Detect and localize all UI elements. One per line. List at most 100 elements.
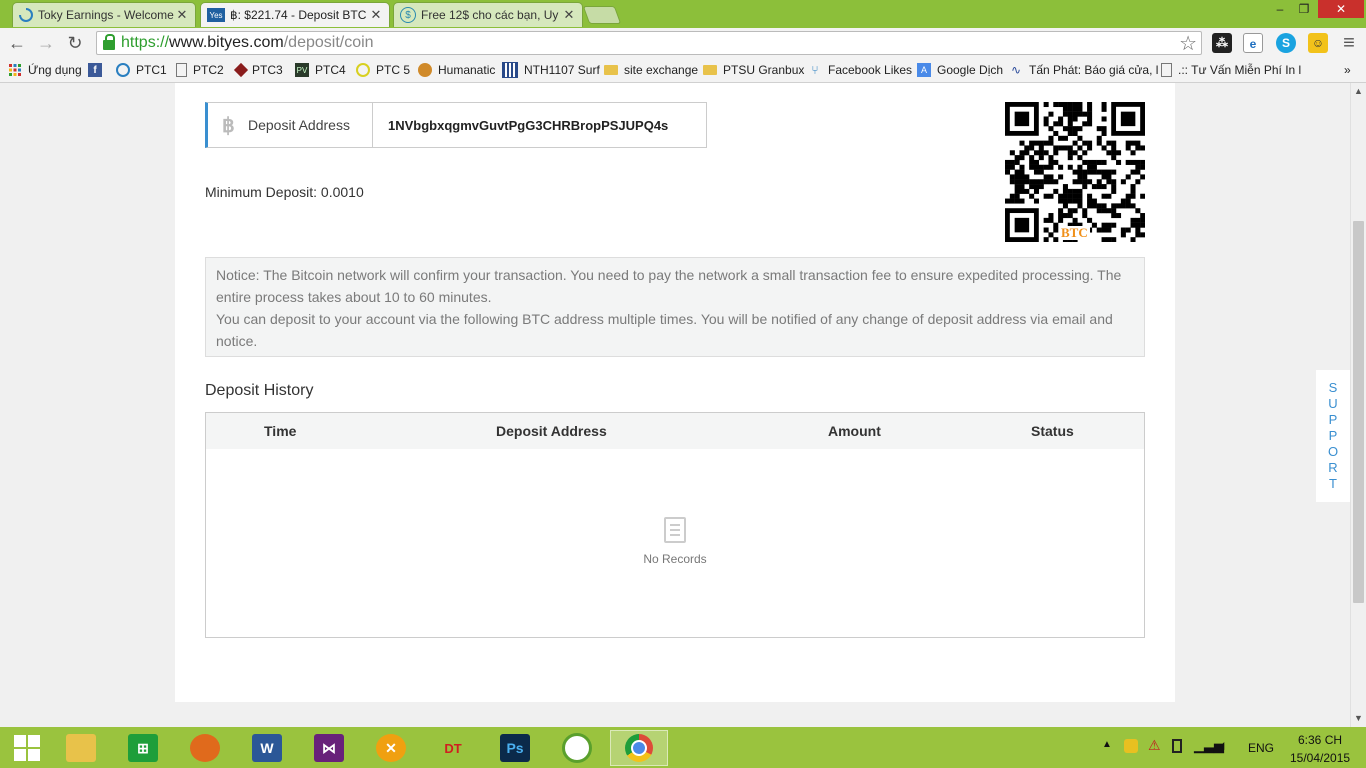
empty-state: No Records: [206, 517, 1144, 566]
taskbar-tools[interactable]: ✕: [364, 730, 418, 766]
volume-icon[interactable]: 🔈︎: [1220, 737, 1228, 754]
taskbar-dt-app[interactable]: DT: [426, 730, 480, 766]
spinner-icon: [19, 8, 33, 22]
bookmark-ptc3[interactable]: PTC3: [233, 62, 283, 78]
chrome-menu-button[interactable]: ≡: [1338, 32, 1360, 54]
bookmark-label: site exchange: [624, 63, 699, 77]
close-tab-icon[interactable]: ✕: [369, 7, 383, 23]
deposit-address-value[interactable]: 1NVbgbxqgmvGuvtPgG3CHRBropPSJUPQ4s: [373, 118, 668, 133]
deposit-history-title: Deposit History: [205, 382, 314, 399]
bookmark-ptc5[interactable]: PTC 5: [356, 62, 410, 78]
bookmarks-bar: Ứng dụng f PTC1 PTC2 PTC3 PV PTC4 PTC 5 H…: [0, 58, 1366, 83]
bookmark-humanatic[interactable]: Humanatic: [418, 62, 495, 78]
taskbar-firefox[interactable]: [178, 730, 232, 766]
bookmark-ptc1[interactable]: PTC1: [116, 62, 167, 78]
bookmark-label: Facebook Likes: [828, 63, 913, 77]
emoji-extension-icon[interactable]: ☺: [1308, 33, 1328, 53]
bookmark-label: Humanatic: [438, 63, 496, 77]
word-icon: W: [252, 734, 282, 762]
scroll-down-icon[interactable]: ▼: [1354, 713, 1363, 723]
taskbar-uc-app[interactable]: [550, 730, 604, 766]
taskbar-file-explorer[interactable]: [54, 730, 108, 766]
bookmark-nth1107[interactable]: NTH1107 Surf: [502, 62, 600, 78]
language-indicator[interactable]: ENG: [1248, 741, 1274, 755]
bookmark-google-dich[interactable]: A Google Dịch: [917, 62, 1003, 78]
column-header-status: Status: [1031, 423, 1074, 439]
dt-icon: DT: [444, 740, 462, 756]
translate-icon: A: [917, 63, 931, 77]
start-button[interactable]: [0, 730, 54, 766]
tray-overflow-icon[interactable]: ▲: [1102, 739, 1112, 750]
photoshop-icon: Ps: [500, 734, 530, 762]
lock-icon: [103, 34, 115, 50]
column-header-deposit-address: Deposit Address: [496, 423, 607, 439]
network-warning-icon[interactable]: ⚠: [1148, 737, 1161, 754]
bookmark-label: PTC1: [136, 63, 167, 77]
vertical-scrollbar[interactable]: ▲ ▼: [1350, 83, 1366, 727]
store-icon: ⊞: [128, 734, 158, 762]
bookmark-star-icon[interactable]: ☆: [1179, 31, 1197, 56]
restore-button[interactable]: ❐: [1293, 0, 1315, 18]
minimize-button[interactable]: –: [1270, 0, 1290, 18]
blackberry-extension-icon[interactable]: ⁂: [1212, 33, 1232, 53]
share-icon: ⑂: [811, 63, 819, 77]
close-tab-icon[interactable]: ✕: [175, 7, 189, 23]
tray-app-icon[interactable]: [1124, 739, 1138, 753]
scroll-up-icon[interactable]: ▲: [1354, 86, 1363, 96]
battery-icon[interactable]: [1172, 739, 1182, 753]
pv-icon: PV: [295, 63, 309, 77]
taskbar-store[interactable]: ⊞: [116, 730, 170, 766]
bookmark-tu-van[interactable]: .:: Tư Vấn Miễn Phí In l: [1161, 62, 1301, 78]
address-bar[interactable]: https:// www.bityes.com /deposit/coin ☆: [96, 31, 1202, 55]
visual-studio-icon: ⋈: [314, 734, 344, 762]
bookmark-ptc4[interactable]: PV PTC4: [295, 62, 346, 78]
ptc-icon: [116, 63, 130, 77]
reload-button[interactable]: ↻: [64, 32, 86, 54]
chrome-icon: [625, 734, 653, 762]
forward-button[interactable]: →: [35, 32, 57, 54]
page-viewport: ฿ Deposit Address 1NVbgbxqgmvGuvtPgG3CHR…: [0, 83, 1350, 717]
tab-strip: Toky Earnings - Welcome ! ✕ Yes ฿: $221.…: [0, 0, 1366, 28]
notice-box: Notice: The Bitcoin network will confirm…: [205, 257, 1145, 357]
bookmarks-overflow-button[interactable]: »: [1344, 62, 1351, 78]
deposit-address-box: ฿ Deposit Address 1NVbgbxqgmvGuvtPgG3CHR…: [205, 102, 707, 148]
ie-tab-extension-icon[interactable]: e: [1243, 33, 1263, 53]
back-button[interactable]: ←: [6, 32, 28, 54]
bookmark-apps[interactable]: Ứng dụng: [8, 62, 82, 78]
support-tab[interactable]: S U P P O R T: [1316, 370, 1350, 502]
taskbar-chrome[interactable]: [610, 730, 668, 766]
grid-icon: [502, 62, 518, 78]
clock-time[interactable]: 6:36 CH: [1298, 733, 1342, 747]
support-letter: O: [1327, 444, 1339, 459]
taskbar-photoshop[interactable]: Ps: [488, 730, 542, 766]
bookmark-ptsu-granbux[interactable]: PTSU Granbux: [703, 62, 804, 78]
qr-btc-label: BTC: [1059, 225, 1090, 240]
bookmark-facebook-likes[interactable]: ⑂ Facebook Likes: [808, 62, 912, 78]
bookmark-facebook[interactable]: f: [88, 62, 108, 78]
bookmark-tan-phat[interactable]: ∿ Tấn Phát: Báo giá cửa, l: [1009, 62, 1158, 78]
taskbar-word[interactable]: W: [240, 730, 294, 766]
bookmark-site-exchange[interactable]: site exchange: [604, 62, 698, 78]
url-path: /deposit/coin: [283, 34, 374, 51]
firefox-icon: [190, 734, 220, 762]
skype-extension-icon[interactable]: S: [1276, 33, 1296, 53]
support-letter: R: [1328, 460, 1338, 475]
support-letter: P: [1328, 412, 1338, 427]
close-window-button[interactable]: ✕: [1318, 0, 1364, 18]
close-tab-icon[interactable]: ✕: [562, 7, 576, 23]
notice-text: You can deposit to your account via the …: [216, 311, 1113, 349]
bookmark-label: PTC3: [252, 63, 283, 77]
tab-free-12[interactable]: $ Free 12$ cho các bạn, Uy tín ✕: [393, 2, 583, 27]
page-icon: [1161, 63, 1172, 77]
table-header: Time Deposit Address Amount Status: [206, 413, 1144, 449]
tab-deposit-btc[interactable]: Yes ฿: $221.74 - Deposit BTC - B ✕: [200, 2, 390, 27]
tab-toky-earnings[interactable]: Toky Earnings - Welcome ! ✕: [12, 2, 196, 27]
bitcoin-icon: ฿: [222, 114, 235, 137]
windows-logo-icon: [14, 735, 40, 761]
clock-date[interactable]: 15/04/2015: [1290, 751, 1350, 765]
minimum-deposit: Minimum Deposit: 0.0010: [205, 184, 364, 200]
taskbar-visual-studio[interactable]: ⋈: [302, 730, 356, 766]
scrollbar-thumb[interactable]: [1353, 221, 1364, 603]
new-tab-button[interactable]: [582, 6, 622, 24]
bookmark-ptc2[interactable]: PTC2: [176, 62, 224, 78]
